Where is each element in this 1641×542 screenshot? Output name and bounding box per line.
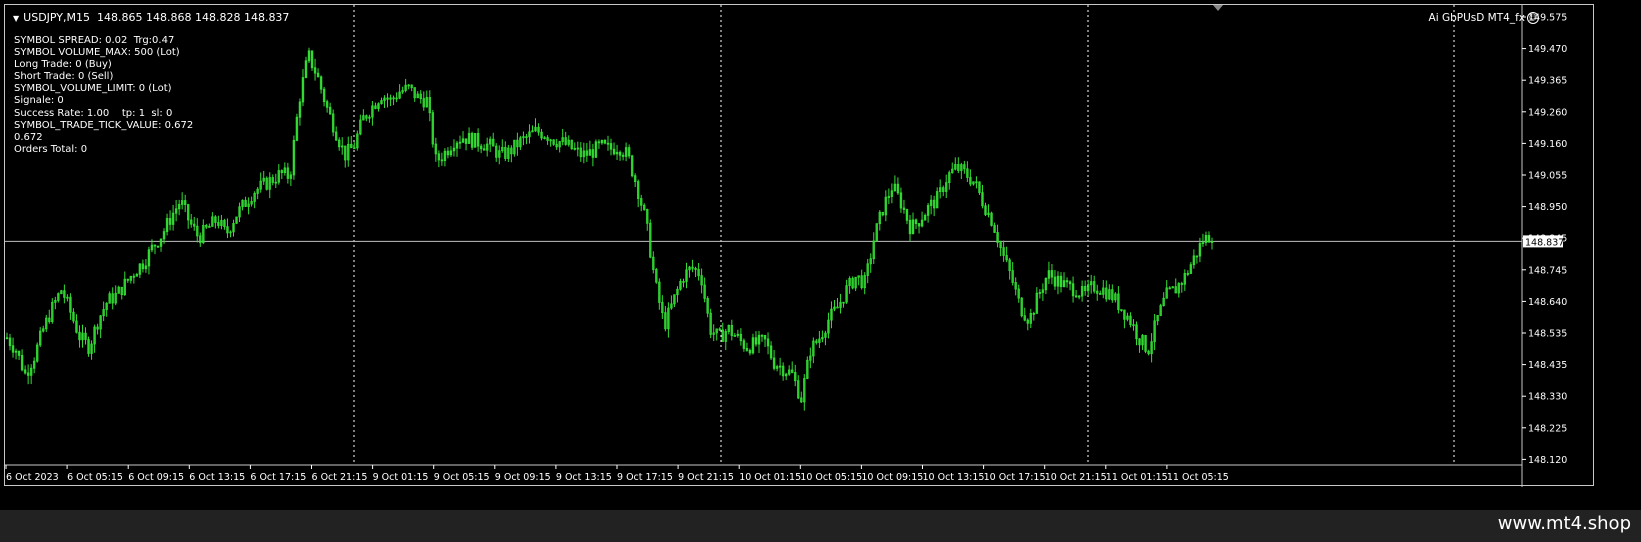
shift-marker-icon	[1213, 5, 1223, 11]
collapse-triangle-icon[interactable]: ▼	[13, 12, 19, 25]
symbol-header: ▼ USDJPY,M15 148.865 148.868 148.828 148.…	[13, 11, 289, 25]
x-tick-label: 6 Oct 21:15	[312, 472, 368, 483]
x-tick-label: 10 Oct 09:15	[861, 472, 923, 483]
info-line: SYMBOL_TRADE_TICK_VALUE: 0.672	[14, 119, 194, 131]
chart-window: 149.575 149.470 149.365 149.260 149.160 149.0…	[0, 0, 1641, 542]
y-tick-label: 148.745	[1528, 265, 1567, 276]
current-price-label: 148.837	[1525, 237, 1564, 248]
expert-advisor-name: Ai GbPUsD MT4_fx	[1428, 12, 1525, 24]
ea-info-panel: SYMBOL SPREAD: 0.02 Trg:0.47 SYMBOL VOLUM…	[14, 35, 193, 156]
x-tick-label: 6 Oct 2023	[6, 472, 59, 483]
site-watermark: www.mt4.shop	[1497, 513, 1631, 534]
x-tick-label: 6 Oct 17:15	[250, 472, 306, 483]
y-tick-label: 148.435	[1528, 360, 1567, 371]
info-line: Short Trade: 0 (Sell)	[14, 71, 114, 83]
expert-advisor-label[interactable]: Ai GbPUsD MT4_fx ☺	[1429, 12, 1539, 24]
x-tick-label: 6 Oct 09:15	[128, 472, 184, 483]
y-tick-label: 148.535	[1528, 329, 1567, 340]
info-line: SYMBOL SPREAD: 0.02 Trg:0.47	[14, 35, 175, 46]
price-chart[interactable]: 149.575149.470149.365149.260149.160149.0…	[5, 5, 1595, 487]
info-line: 0.672	[14, 131, 43, 143]
y-tick-label: 149.470	[1528, 44, 1567, 55]
candle-body	[733, 335, 737, 337]
x-tick-label: 10 Oct 13:15	[923, 472, 985, 483]
y-tick-label: 148.120	[1528, 455, 1567, 466]
symbol-ohlc-text: USDJPY,M15 148.865 148.868 148.828 148.8…	[23, 11, 290, 24]
x-tick-label: 10 Oct 21:15	[1045, 472, 1107, 483]
y-tick-label: 148.225	[1528, 423, 1567, 434]
info-line: SYMBOL VOLUME_MAX: 500 (Lot)	[14, 47, 180, 59]
x-tick-label: 10 Oct 17:15	[984, 472, 1046, 483]
x-tick-label: 11 Oct 05:15	[1167, 472, 1229, 483]
y-tick-label: 149.160	[1528, 139, 1567, 150]
watermark-bar	[0, 510, 1641, 542]
chart-plot-area[interactable]: 149.575 149.470 149.365 149.260 149.160 149.0…	[4, 4, 1595, 487]
x-tick-label: 6 Oct 13:15	[189, 472, 245, 483]
x-tick-label: 9 Oct 05:15	[434, 472, 490, 483]
x-tick-label: 9 Oct 01:15	[373, 472, 429, 483]
smiley-icon: ☺	[1527, 12, 1539, 24]
x-tick-label: 9 Oct 09:15	[495, 472, 551, 483]
info-line: Orders Total: 0	[14, 143, 88, 155]
x-tick-label: 11 Oct 01:15	[1106, 472, 1168, 483]
y-tick-label: 149.055	[1528, 171, 1567, 182]
info-line: SYMBOL_VOLUME_LIMIT: 0 (Lot)	[14, 83, 172, 95]
y-tick-label: 149.365	[1528, 76, 1567, 87]
y-tick-label: 148.950	[1528, 202, 1567, 213]
y-tick-label: 148.640	[1528, 297, 1567, 308]
x-tick-label: 10 Oct 05:15	[800, 472, 862, 483]
info-line: Signale: 0	[14, 95, 64, 107]
x-tick-label: 9 Oct 21:15	[678, 472, 734, 483]
info-line: Success Rate: 1.00 tp: 1 sl: 0	[14, 107, 173, 119]
x-tick-label: 9 Oct 17:15	[617, 472, 673, 483]
x-tick-label: 10 Oct 01:15	[739, 472, 801, 483]
info-line: Long Trade: 0 (Buy)	[14, 59, 112, 71]
y-tick-label: 148.330	[1528, 392, 1567, 403]
y-tick-label: 149.260	[1528, 107, 1567, 118]
x-tick-label: 9 Oct 13:15	[556, 472, 612, 483]
x-tick-label: 6 Oct 05:15	[67, 472, 123, 483]
